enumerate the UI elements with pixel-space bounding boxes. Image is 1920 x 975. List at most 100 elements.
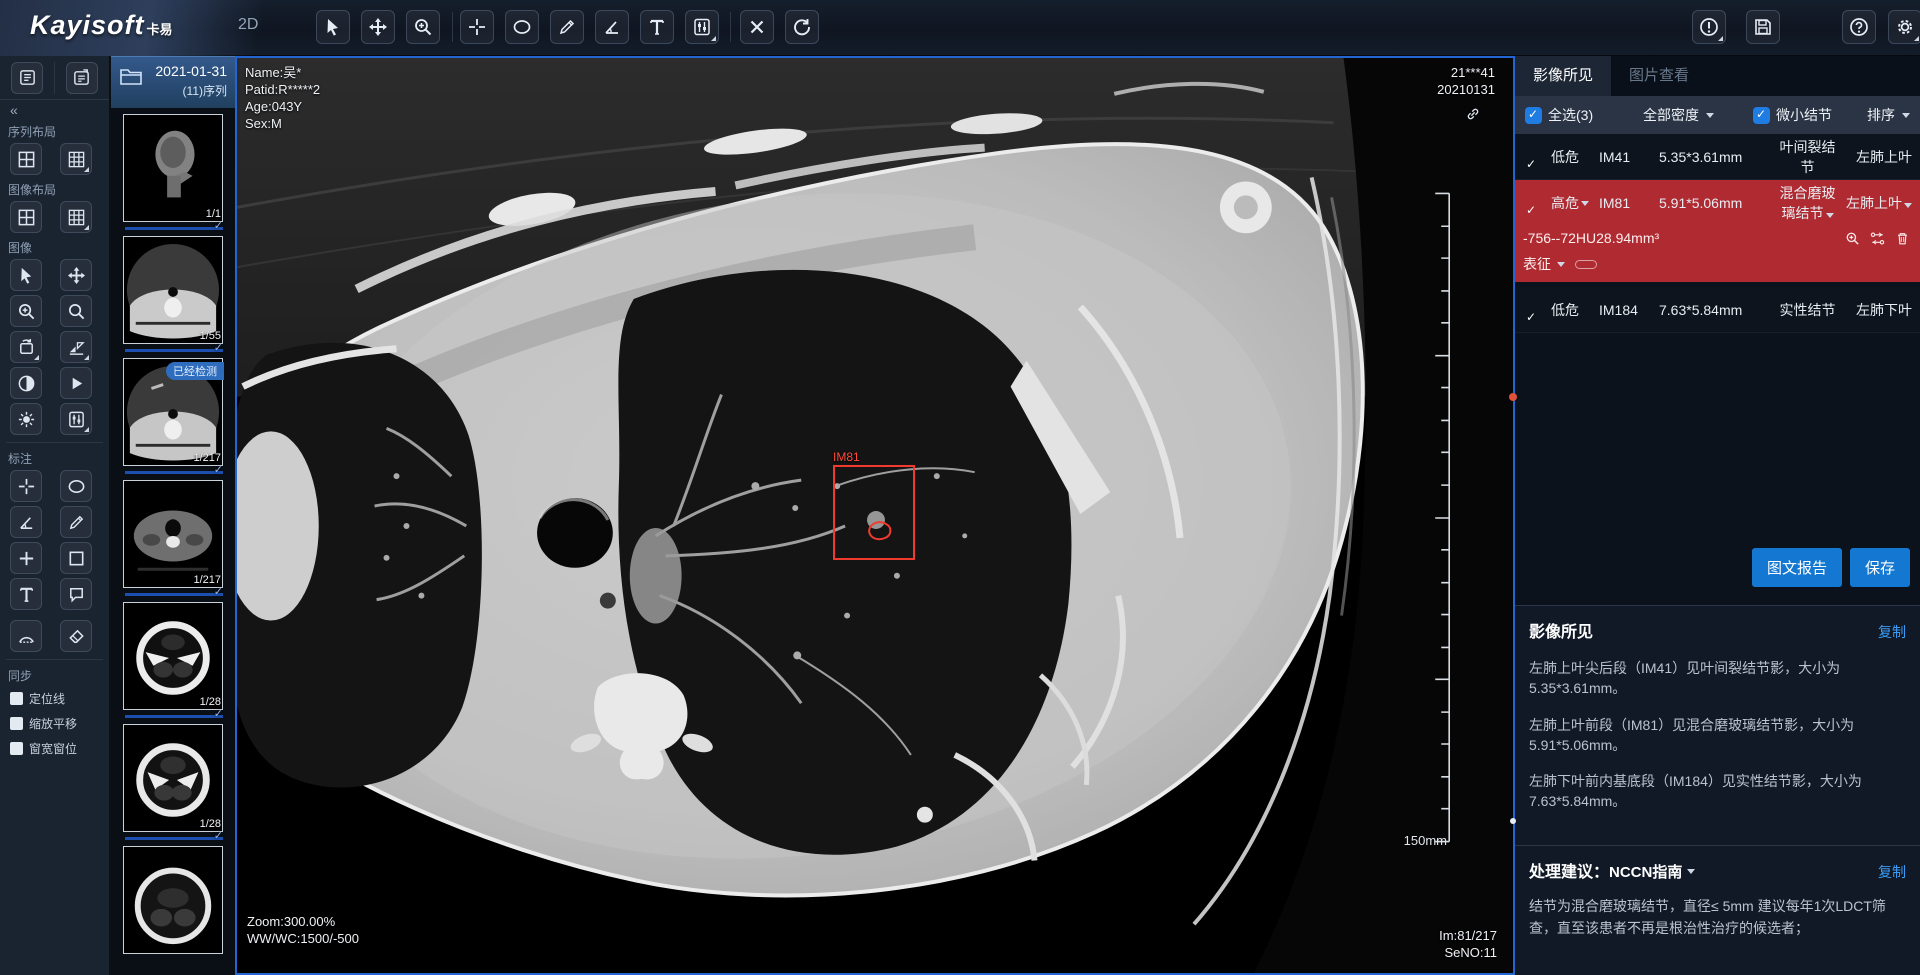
- density-filter-dropdown[interactable]: 全部密度: [1643, 105, 1753, 125]
- risk-level: 高危: [1551, 193, 1579, 213]
- nodule-location: 左肺上叶: [1846, 195, 1902, 211]
- collapse-rail-button[interactable]: «: [0, 100, 109, 120]
- crosshair-tool-button[interactable]: [460, 10, 494, 44]
- thumbnail-scout[interactable]: 1/1 ✓: [123, 114, 225, 230]
- report-panel-button[interactable]: [66, 62, 98, 94]
- sort-dropdown[interactable]: 排序: [1867, 105, 1910, 125]
- copy-findings-link[interactable]: 复制: [1878, 622, 1906, 642]
- trash-icon[interactable]: [1895, 231, 1910, 246]
- anno-point-button[interactable]: [10, 542, 42, 574]
- anno-cobb-button[interactable]: [10, 620, 42, 652]
- settings-button[interactable]: [1888, 10, 1920, 44]
- window-levels-button[interactable]: [685, 10, 719, 44]
- thumbnail-image[interactable]: [123, 236, 223, 344]
- micro-nodule-control[interactable]: 微小结节: [1753, 105, 1857, 125]
- rail-rotate-button[interactable]: [10, 331, 42, 363]
- anno-rect-button[interactable]: [60, 542, 92, 574]
- save-button[interactable]: 保存: [1850, 548, 1910, 587]
- ellipse-tool-button[interactable]: [505, 10, 539, 44]
- sync-option-window[interactable]: 窗宽窗位: [0, 736, 109, 761]
- zoom-tool-button[interactable]: [406, 10, 440, 44]
- scroll-position-marker[interactable]: [1510, 818, 1516, 824]
- image-grid-3x3-button[interactable]: [60, 201, 92, 233]
- levels-icon: [67, 410, 86, 429]
- section-annotation: 标注: [0, 447, 109, 469]
- rail-magnify-button[interactable]: [60, 295, 92, 327]
- sync-option-localizer[interactable]: 定位线: [0, 686, 109, 711]
- section-sync: 同步: [0, 664, 109, 686]
- anno-crosshair-button[interactable]: [10, 470, 42, 502]
- thumbnail-image[interactable]: [123, 114, 223, 222]
- alert-button[interactable]: [1692, 10, 1726, 44]
- series-grid-2x2-button[interactable]: [10, 143, 42, 175]
- thumbnail-series-7[interactable]: [123, 846, 225, 954]
- feature-dropdown[interactable]: 表征: [1515, 252, 1920, 282]
- checkbox-checked[interactable]: [1525, 107, 1542, 124]
- tab-image-view[interactable]: 图片查看: [1611, 56, 1707, 96]
- checkbox-unchecked[interactable]: [10, 717, 23, 730]
- checkbox-unchecked[interactable]: [10, 692, 23, 705]
- anno-angle-button[interactable]: [10, 506, 42, 538]
- rail-flip-button[interactable]: [60, 331, 92, 363]
- app-logo: Kayisoft卡易: [30, 10, 173, 41]
- thumbnail-series-4[interactable]: 1/217 ✓: [123, 480, 225, 596]
- text-tool-button[interactable]: [640, 10, 674, 44]
- plus-icon: [17, 549, 36, 568]
- series-list-panel-button[interactable]: [11, 62, 43, 94]
- feature-pill: [1575, 260, 1597, 269]
- rail-brightness-button[interactable]: [10, 403, 42, 435]
- anno-ellipse-button[interactable]: [60, 470, 92, 502]
- help-button[interactable]: [1842, 10, 1876, 44]
- ct-viewport[interactable]: Name:吴* Patid:R*****2 Age:043Y Sex:M 21*…: [235, 56, 1515, 975]
- anno-ruler-button[interactable]: [60, 506, 92, 538]
- checkbox-unchecked[interactable]: [10, 742, 23, 755]
- angle-tool-button[interactable]: [595, 10, 629, 44]
- select-all-control[interactable]: 全选(3): [1525, 105, 1643, 125]
- save-layout-button[interactable]: [1746, 10, 1780, 44]
- anno-eraser-button[interactable]: [60, 620, 92, 652]
- report-button[interactable]: 图文报告: [1752, 548, 1842, 587]
- thumbnail-series-6[interactable]: 1/28 ✓: [123, 724, 225, 840]
- series-grid-3x3-button[interactable]: [60, 143, 92, 175]
- anno-text-button[interactable]: [10, 578, 42, 610]
- checkbox-checked[interactable]: [1753, 107, 1770, 124]
- cursor-tool-button[interactable]: [316, 10, 350, 44]
- thumbnail-image[interactable]: [123, 724, 223, 832]
- delete-annotation-button[interactable]: [740, 10, 774, 44]
- relocate-icon[interactable]: [1870, 231, 1885, 246]
- thumbnail-image[interactable]: [123, 602, 223, 710]
- magnifier-plus-icon[interactable]: [1845, 231, 1860, 246]
- study-header[interactable]: 2021-01-31 (11)序列: [111, 56, 235, 108]
- anno-bubble-button[interactable]: [60, 578, 92, 610]
- thumbnail-series-5[interactable]: 1/28 ✓: [123, 602, 225, 718]
- measure-tool-button[interactable]: [550, 10, 584, 44]
- thumbnail-image[interactable]: [123, 846, 223, 954]
- risk-level-dropdown[interactable]: 高危: [1551, 193, 1599, 213]
- rail-pan-button[interactable]: [60, 259, 92, 291]
- thumbnail-series-2[interactable]: 1/55 ✓: [123, 236, 225, 352]
- patient-id: Patid:R*****2: [245, 81, 320, 98]
- nodule-row-im81-selected[interactable]: 高危 IM81 5.91*5.06mm 混合磨玻璃结节 左肺上叶 -756--7…: [1515, 180, 1920, 282]
- rail-levels-button[interactable]: [60, 403, 92, 435]
- guideline-dropdown[interactable]: NCCN指南: [1609, 861, 1695, 882]
- image-grid-2x2-button[interactable]: [10, 201, 42, 233]
- tab-imaging-findings[interactable]: 影像所见: [1515, 56, 1611, 96]
- rail-zoom-in-button[interactable]: [10, 295, 42, 327]
- slice-position-marker[interactable]: [1509, 393, 1517, 401]
- nodule-location-dropdown[interactable]: 左肺上叶: [1838, 193, 1912, 213]
- thumbnail-series-3[interactable]: 已经检测 1/217 ✓: [123, 358, 225, 474]
- nodule-id: IM41: [1599, 149, 1659, 165]
- nodule-roi-box[interactable]: IM81: [833, 465, 915, 560]
- rail-invert-button[interactable]: [10, 367, 42, 399]
- nodule-row-im41[interactable]: 低危 IM41 5.35*3.61mm 叶间裂结节 左肺上叶: [1515, 134, 1920, 180]
- copy-suggestion-link[interactable]: 复制: [1878, 862, 1906, 882]
- link-icon[interactable]: [1465, 106, 1481, 122]
- nodule-type-dropdown[interactable]: 混合磨玻璃结节: [1777, 183, 1838, 223]
- pan-tool-button[interactable]: [361, 10, 395, 44]
- rail-cursor-button[interactable]: [10, 259, 42, 291]
- rail-cine-play-button[interactable]: [60, 367, 92, 399]
- nodule-row-im184[interactable]: 低危 IM184 7.63*5.84mm 实性结节 左肺下叶: [1515, 287, 1920, 333]
- thumbnail-image[interactable]: [123, 480, 223, 588]
- sync-option-zoom-pan[interactable]: 缩放平移: [0, 711, 109, 736]
- reset-button[interactable]: [785, 10, 819, 44]
